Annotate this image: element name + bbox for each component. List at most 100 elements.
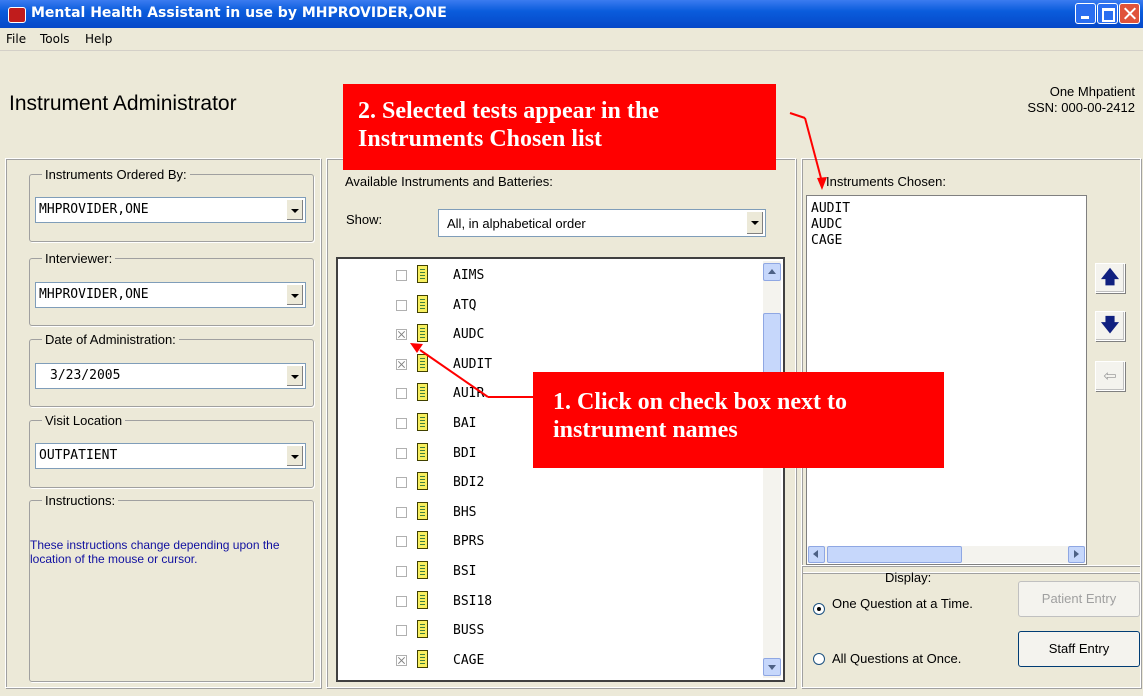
scroll-up-icon[interactable] — [763, 263, 781, 281]
instrument-name: BUSS — [453, 623, 485, 639]
instrument-row[interactable]: AUDC — [338, 322, 758, 347]
instructions-text: These instructions change depending upon… — [30, 538, 280, 566]
dropdown-arrow-icon[interactable] — [286, 365, 304, 387]
location-label: Visit Location — [42, 413, 126, 428]
instrument-row[interactable]: BUSS — [338, 618, 758, 643]
instrument-name: BHS — [453, 504, 477, 520]
staff-entry-button[interactable]: Staff Entry — [1018, 631, 1140, 667]
instrument-book-icon — [417, 649, 428, 668]
instrument-book-icon — [417, 590, 428, 609]
instrument-checkbox[interactable] — [396, 388, 407, 400]
one-question-radio[interactable] — [813, 603, 825, 615]
instrument-book-icon — [417, 561, 428, 579]
interviewer-label: Interviewer: — [42, 251, 116, 266]
one-question-label[interactable]: One Question at a Time. — [832, 597, 982, 611]
instrument-checkbox[interactable] — [396, 418, 407, 429]
close-button[interactable] — [1119, 3, 1140, 24]
callout-arrow-line — [789, 112, 806, 119]
window-title: Mental Health Assistant in use by MHPROV… — [31, 5, 447, 21]
instrument-name: BSI — [453, 564, 477, 579]
menu-file[interactable]: File — [6, 32, 26, 46]
instrument-checkbox[interactable] — [396, 358, 407, 370]
instrument-checkbox[interactable] — [396, 447, 407, 459]
patient-name: One Mhpatient — [1049, 84, 1135, 99]
instrument-book-icon — [417, 294, 428, 313]
instrument-book-icon — [417, 472, 428, 491]
instrument-name: AUDIT — [453, 356, 493, 372]
instrument-checkbox[interactable] — [396, 595, 407, 607]
instrument-row[interactable]: BPRS — [338, 529, 758, 554]
page-title: Instrument Administrator — [9, 92, 237, 115]
instrument-row[interactable]: BSI — [338, 559, 758, 584]
show-label: Show: — [346, 212, 383, 227]
app-icon — [8, 7, 26, 23]
instrument-row[interactable]: BSI18 — [338, 589, 758, 614]
all-questions-label[interactable]: All Questions at Once. — [832, 652, 961, 666]
instructions-label: Instructions: — [42, 493, 119, 508]
move-down-button[interactable]: 🡇 — [1095, 311, 1125, 341]
dropdown-arrow-icon[interactable] — [746, 211, 764, 235]
scroll-down-icon[interactable] — [763, 658, 781, 676]
scroll-right-icon[interactable] — [1068, 546, 1085, 563]
location-select[interactable]: OUTPATIENT — [35, 443, 306, 469]
dropdown-arrow-icon[interactable] — [286, 199, 304, 221]
instrument-row[interactable]: AIMS — [338, 263, 758, 288]
instrument-name: CAGE — [453, 652, 485, 668]
location-value: OUTPATIENT — [39, 448, 118, 463]
all-questions-radio[interactable] — [813, 653, 825, 665]
ordered-by-value: MHPROVIDER,ONE — [39, 202, 149, 217]
display-label: Display: — [885, 570, 932, 585]
instrument-checkbox[interactable] — [396, 329, 407, 341]
instrument-book-icon — [417, 383, 428, 402]
instrument-row[interactable]: BHS — [338, 500, 758, 525]
dropdown-arrow-icon[interactable] — [286, 445, 304, 467]
instrument-name: BAI — [453, 416, 477, 431]
show-value: All, in alphabetical order — [447, 216, 586, 231]
scroll-left-icon[interactable] — [808, 546, 825, 563]
menu-tools[interactable]: Tools — [40, 32, 70, 46]
instrument-row[interactable]: CAGE — [338, 648, 758, 673]
date-value: 3/23/2005 — [50, 368, 121, 383]
instrument-name: BSI18 — [453, 593, 493, 609]
instrument-checkbox[interactable] — [396, 625, 407, 637]
instrument-name: AUDC — [453, 327, 485, 343]
chosen-hscrollbar[interactable] — [808, 546, 1085, 563]
instrument-checkbox[interactable] — [396, 566, 407, 577]
chosen-item[interactable]: AUDIT — [811, 201, 850, 216]
instrument-book-icon — [417, 501, 428, 520]
remove-button[interactable]: ⇦ — [1095, 361, 1125, 391]
instrument-name: BDI — [453, 445, 477, 461]
instrument-book-icon — [417, 353, 428, 372]
maximize-button[interactable] — [1097, 3, 1118, 24]
instrument-book-icon — [417, 413, 428, 431]
patient-info: One Mhpatient SSN: 000-00-2412 — [1027, 84, 1135, 116]
interviewer-value: MHPROVIDER,ONE — [39, 287, 149, 302]
instrument-checkbox[interactable] — [396, 477, 407, 489]
instrument-name: ATQ — [453, 297, 477, 313]
instrument-name: AIMS — [453, 268, 485, 283]
minimize-button[interactable] — [1075, 3, 1096, 24]
move-up-button[interactable]: 🡅 — [1095, 263, 1125, 293]
show-select[interactable]: All, in alphabetical order — [438, 209, 766, 237]
instrument-checkbox[interactable] — [396, 536, 407, 548]
interviewer-select[interactable]: MHPROVIDER,ONE — [35, 282, 306, 308]
instrument-row[interactable]: BDI2 — [338, 470, 758, 495]
patient-entry-button[interactable]: Patient Entry — [1018, 581, 1140, 617]
ordered-by-select[interactable]: MHPROVIDER,ONE — [35, 197, 306, 223]
chosen-item[interactable]: CAGE — [811, 233, 842, 248]
date-picker[interactable]: 3/23/2005 — [35, 363, 306, 389]
callout-click-checkbox: 1. Click on check box next to instrument… — [533, 372, 944, 468]
instrument-checkbox[interactable] — [396, 506, 407, 518]
available-instruments-list[interactable]: AIMS ATQ AUDC AUDIT AUIR BAI BDI BDI2 BHS BPRS BSI… — [336, 257, 785, 682]
ordered-by-label: Instruments Ordered By: — [42, 167, 190, 182]
dropdown-arrow-icon[interactable] — [286, 284, 304, 306]
instrument-book-icon — [417, 531, 428, 550]
chosen-item[interactable]: AUDC — [811, 217, 842, 232]
menu-help[interactable]: Help — [85, 32, 112, 46]
instrument-checkbox[interactable] — [396, 270, 407, 281]
instrument-checkbox[interactable] — [396, 299, 407, 311]
hscroll-thumb[interactable] — [827, 546, 962, 563]
list-scrollbar[interactable] — [763, 261, 781, 678]
instrument-checkbox[interactable] — [396, 654, 407, 666]
instrument-row[interactable]: ATQ — [338, 293, 758, 318]
